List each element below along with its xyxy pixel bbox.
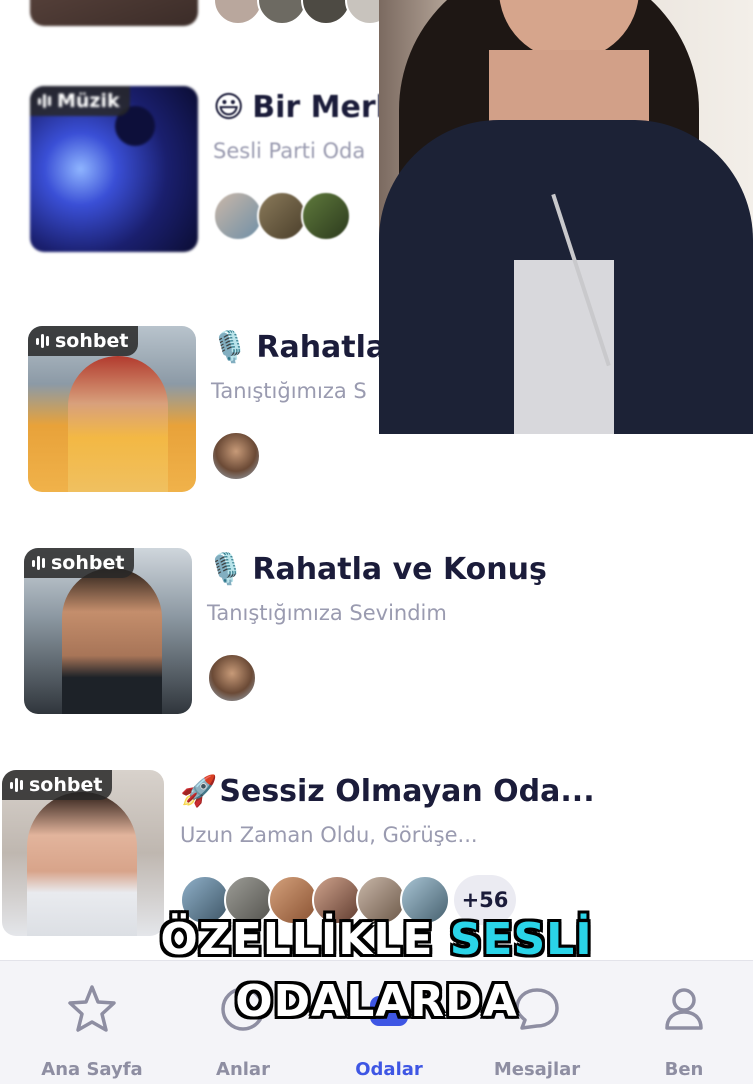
room-category-tag: sohbet <box>2 770 113 800</box>
person-photo <box>68 356 168 492</box>
audio-bars-icon <box>38 93 51 109</box>
room-category-label: sohbet <box>29 774 103 796</box>
audio-bars-icon <box>32 555 45 571</box>
participant-avatars <box>211 431 261 481</box>
room-emoji-icon: 😃 <box>213 90 245 125</box>
avatar <box>257 191 307 241</box>
room-subtitle: Uzun Zaman Oldu, Görüşe... <box>180 823 478 847</box>
room-category-tag: sohbet <box>28 326 139 356</box>
avatar <box>257 0 307 25</box>
person-photo <box>62 568 162 714</box>
room-thumbnail: sohbet <box>28 326 196 492</box>
room-title: 🚀 Sessiz Olmayan Oda... <box>180 774 595 809</box>
room-subtitle: Tanıştığımıza Sevindim <box>207 601 447 625</box>
room-category-tag: sohbet <box>24 548 135 578</box>
participant-avatars <box>207 653 257 703</box>
participant-avatars <box>213 0 395 25</box>
rocket-icon: 🚀 <box>180 774 218 809</box>
microphone-icon: 🎙️ <box>207 552 245 587</box>
avatar <box>301 0 351 25</box>
shirt-shape <box>514 260 614 434</box>
audio-bars-icon <box>10 777 23 793</box>
room-category-label: sohbet <box>51 552 125 574</box>
caption-line-2: ODALARDA <box>235 976 518 1027</box>
room-category-label: sohbet <box>55 330 129 352</box>
room-category-label: Müzik <box>57 90 120 112</box>
room-thumbnail: sohbet <box>2 770 164 936</box>
caption-line-1: ÖZELLİKLE SESLİ <box>160 914 593 965</box>
audio-bars-icon <box>36 333 49 349</box>
room-thumbnail: sohbet <box>24 548 192 714</box>
avatar <box>207 653 257 703</box>
room-thumbnail <box>30 0 198 26</box>
avatar <box>301 191 351 241</box>
participant-avatars <box>213 191 351 241</box>
room-title: 🎙️ Rahatla ve Konuş <box>207 552 547 587</box>
microphone-icon: 🎙️ <box>211 330 249 365</box>
room-category-tag: Müzik <box>30 86 130 116</box>
avatar <box>213 0 263 25</box>
avatar <box>211 431 261 481</box>
overlay-photo <box>379 0 753 434</box>
room-thumbnail: Müzik <box>30 86 198 252</box>
avatar <box>213 191 263 241</box>
